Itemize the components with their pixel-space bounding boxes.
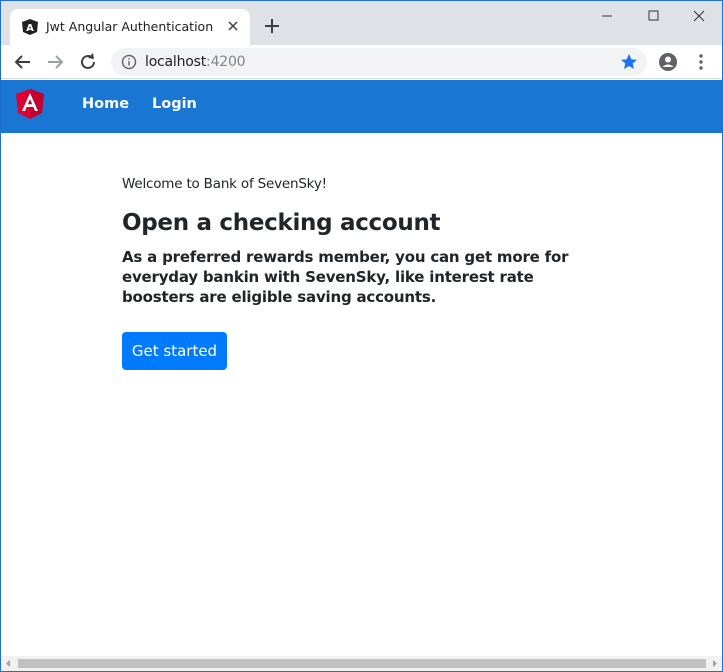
nav-link-home[interactable]: Home (82, 96, 129, 112)
angular-logo-icon[interactable] (15, 88, 45, 120)
plus-icon[interactable] (261, 15, 283, 37)
scroll-right-arrow-icon[interactable] (707, 656, 722, 671)
welcome-text: Welcome to Bank of SevenSky! (122, 176, 327, 192)
window-close-icon[interactable] (676, 1, 722, 31)
minimize-icon[interactable] (584, 1, 630, 31)
close-icon[interactable] (224, 17, 242, 35)
info-icon[interactable] (121, 54, 137, 70)
star-icon[interactable] (619, 52, 639, 72)
kebab-menu-icon[interactable] (691, 52, 711, 72)
browser-window: A Jwt Angular Authentication localhost:4… (0, 0, 723, 672)
tab-strip: A Jwt Angular Authentication (1, 1, 722, 45)
tab-title: Jwt Angular Authentication (46, 19, 214, 34)
address-bar[interactable]: localhost:4200 (111, 48, 647, 76)
app-navbar: Home Login (1, 80, 722, 133)
maximize-icon[interactable] (630, 1, 676, 31)
scrollbar-thumb[interactable] (18, 659, 706, 668)
get-started-button[interactable]: Get started (122, 332, 227, 370)
nav-link-login[interactable]: Login (152, 96, 197, 112)
scroll-left-arrow-icon[interactable] (1, 656, 16, 671)
reload-icon[interactable] (76, 50, 100, 74)
forward-arrow-icon[interactable] (43, 50, 67, 74)
svg-text:A: A (26, 23, 34, 34)
back-arrow-icon[interactable] (11, 50, 35, 74)
url-text: localhost:4200 (145, 54, 246, 70)
browser-tab[interactable]: A Jwt Angular Authentication (10, 9, 250, 45)
angular-icon: A (22, 19, 38, 35)
profile-icon[interactable] (658, 52, 678, 72)
page-title: Open a checking account (122, 210, 441, 236)
lead-paragraph: As a preferred rewards member, you can g… (122, 248, 569, 306)
url-port: :4200 (206, 54, 246, 70)
browser-toolbar: localhost:4200 (1, 45, 722, 79)
url-host: localhost (145, 54, 207, 70)
horizontal-scrollbar[interactable] (1, 656, 722, 671)
